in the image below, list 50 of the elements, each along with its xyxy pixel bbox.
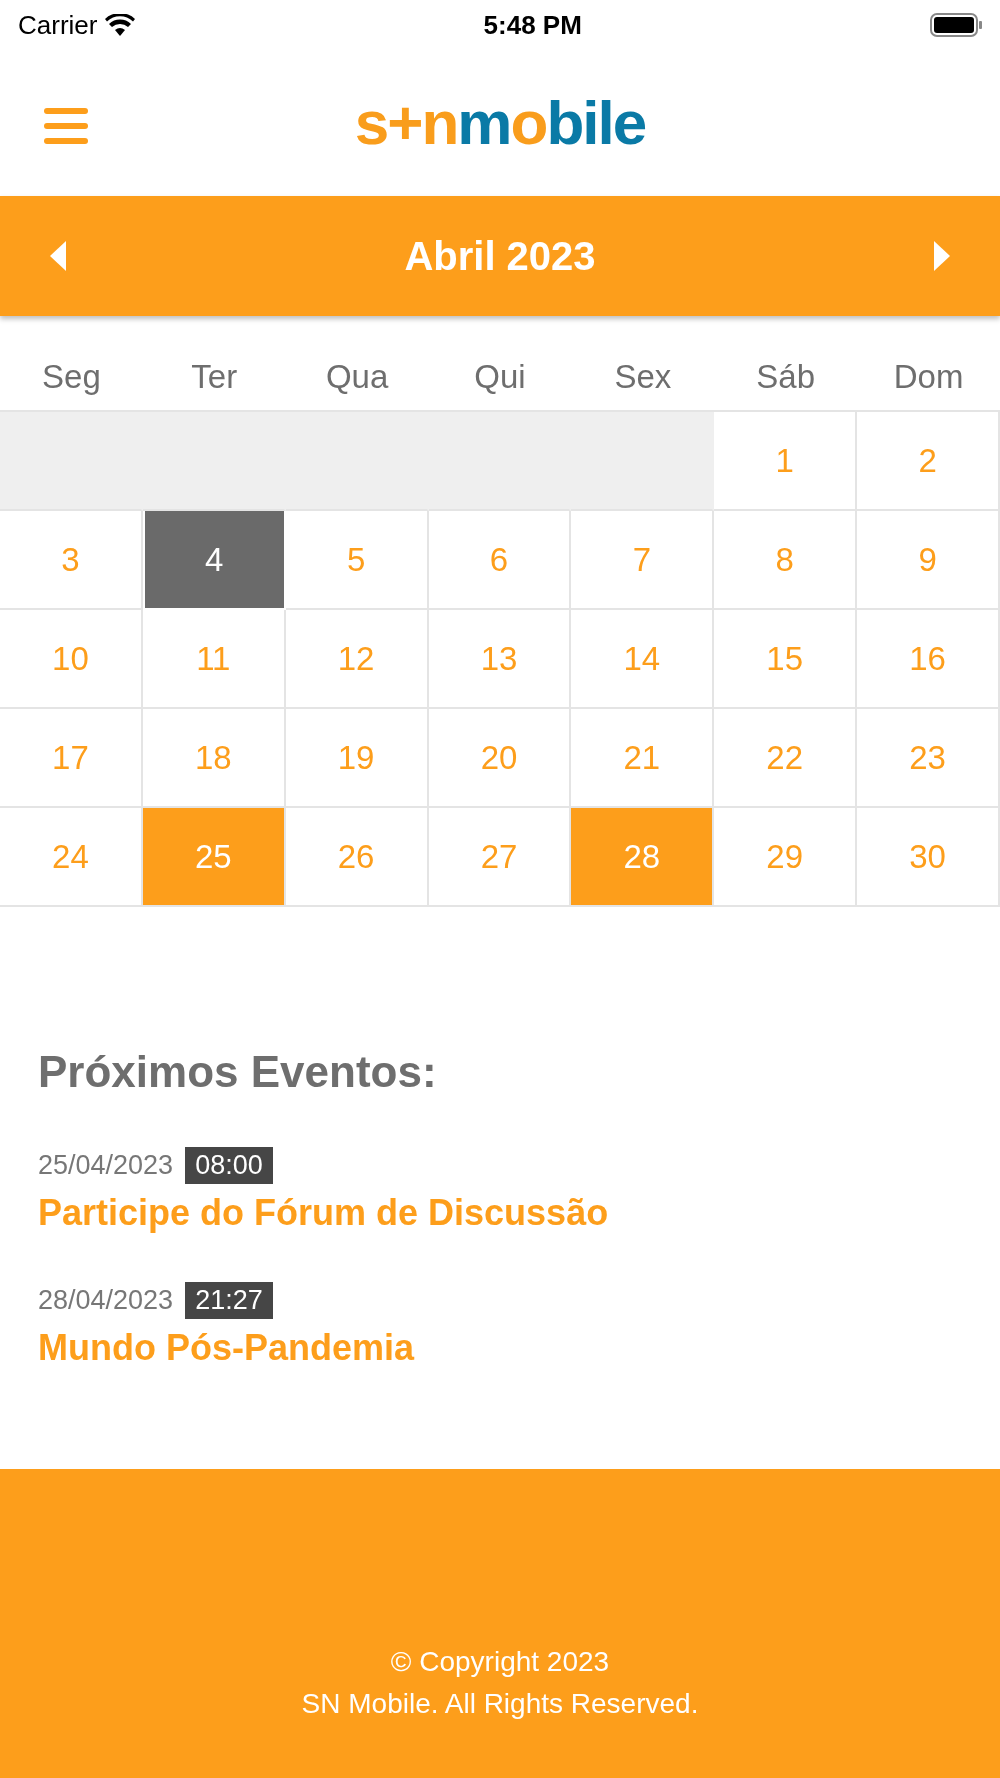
day-cell[interactable]: 20 [428,709,572,808]
day-cell[interactable]: 16 [857,610,1000,709]
day-cell[interactable]: 23 [857,709,1000,808]
brand-logo: s+nmobile [354,92,646,154]
weekday-label: Sex [613,358,673,396]
day-cell[interactable]: 8 [714,511,858,610]
day-cell[interactable]: 6 [428,511,572,610]
day-cell[interactable]: 30 [857,808,1000,907]
weekday-label: Qui [473,358,527,396]
event-title-link[interactable]: Participe do Fórum de Discussão [38,1192,609,1234]
wifi-icon [105,14,136,36]
month-title: Abril 2023 [404,233,596,279]
day-cell[interactable]: 2 [857,412,1000,511]
weekday-label: Ter [190,358,239,396]
weekday-label: Qua [324,358,390,396]
next-month-icon[interactable] [934,241,950,271]
event-time: 21:27 [185,1282,273,1319]
day-cell[interactable]: 17 [0,709,143,808]
previous-month-icon[interactable] [50,241,66,271]
day-cell[interactable]: 11 [142,610,286,709]
copyright-text: SN Mobile. All Rights Reserved. [301,1688,699,1720]
day-cell[interactable]: 19 [285,709,429,808]
event-date: 28/04/2023 [38,1285,174,1316]
day-cell[interactable]: 12 [285,610,429,709]
carrier-label: Carrier [18,9,98,41]
clock-time: 5:48 PM [483,9,582,41]
day-cell[interactable]: 14 [571,610,715,709]
day-cell[interactable]: 29 [714,808,858,907]
menu-icon[interactable] [44,108,88,144]
day-cell[interactable]: 1 [714,412,858,511]
battery-icon [930,13,982,37]
weekday-label: Seg [41,358,102,396]
copyright-text: © Copyright 2023 [390,1646,610,1678]
day-cell[interactable]: 25 [142,808,286,907]
event-date: 25/04/2023 [38,1150,174,1181]
day-cell[interactable]: 9 [857,511,1000,610]
events-heading: Próximos Eventos: [38,1047,438,1097]
event-title-link[interactable]: Mundo Pós-Pandemia [38,1327,415,1369]
day-cell[interactable]: 5 [285,511,429,610]
day-cell[interactable]: 28 [571,808,715,907]
event-time: 08:00 [185,1147,273,1184]
day-cell[interactable]: 26 [285,808,429,907]
day-cell[interactable]: 13 [428,610,572,709]
day-cell[interactable]: 22 [714,709,858,808]
weekday-label: Dom [892,358,965,396]
day-cell[interactable]: 10 [0,610,143,709]
day-cell[interactable]: 15 [714,610,858,709]
day-cell[interactable]: 7 [571,511,715,610]
day-cell[interactable]: 4 [142,511,286,610]
weekday-label: Sáb [755,358,817,396]
